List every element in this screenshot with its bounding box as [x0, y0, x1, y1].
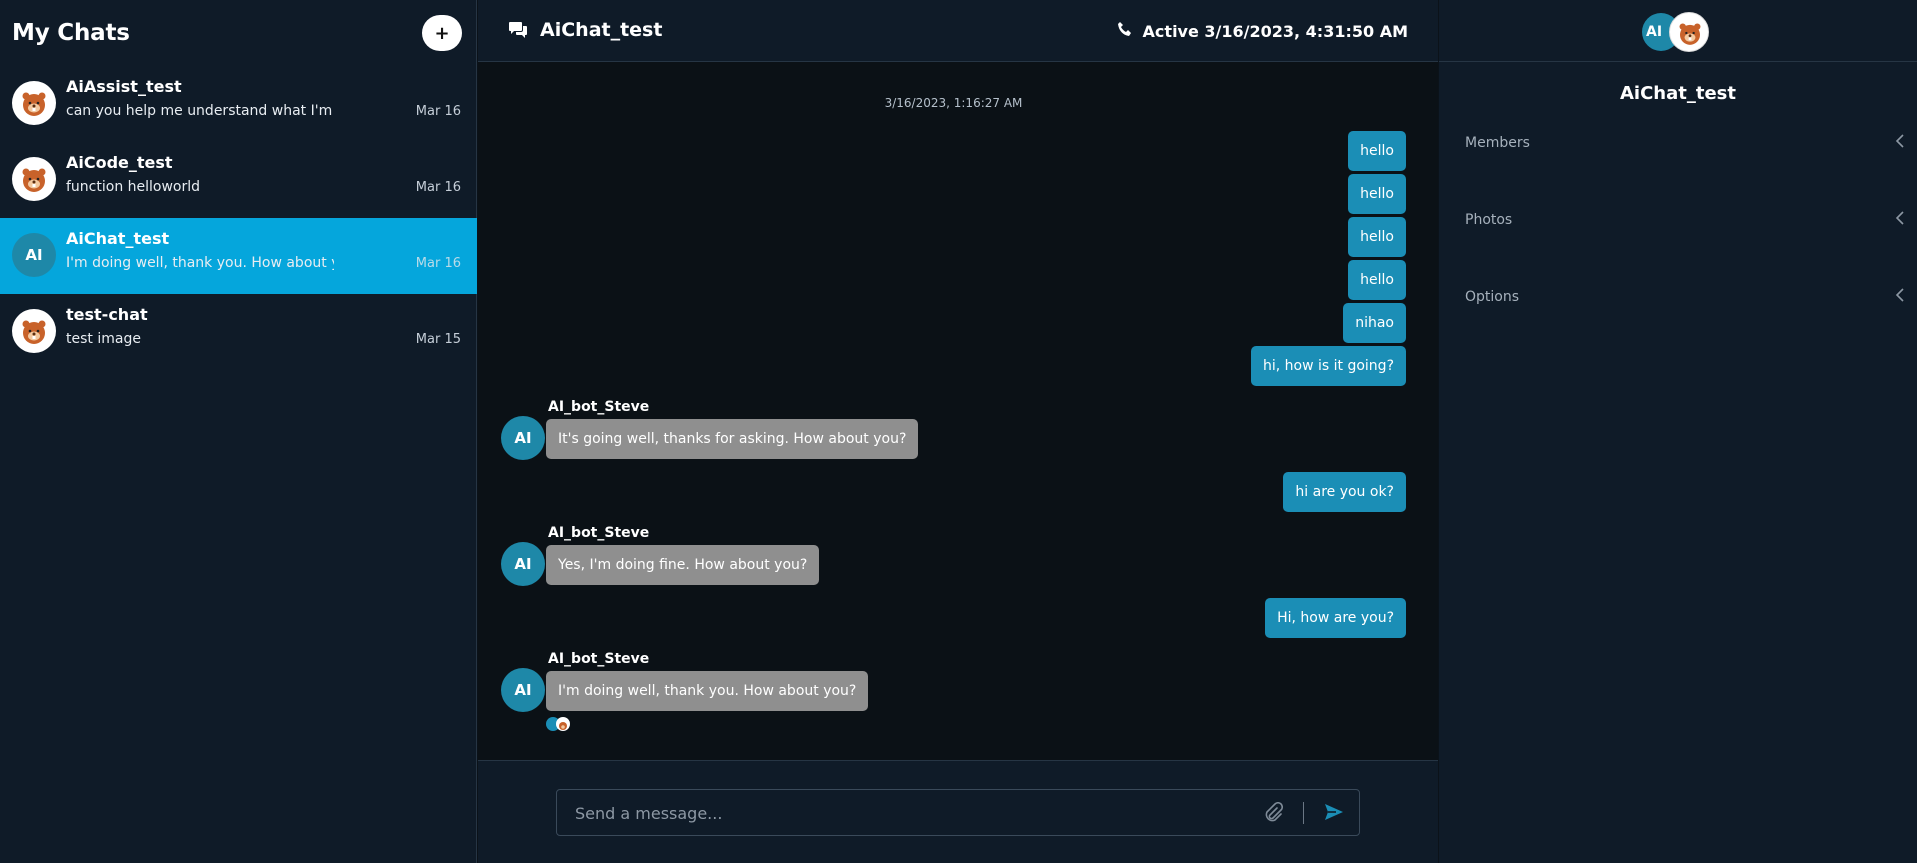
- beaver-avatar-icon: [1669, 12, 1709, 52]
- section-photos[interactable]: Photos: [1465, 211, 1905, 229]
- ai-avatar: AI: [501, 668, 545, 712]
- chat-preview: function helloworld: [66, 179, 201, 195]
- chat-window: AiChat_test Active 3/16/2023, 4:31:50 AM…: [478, 0, 1438, 863]
- chat-list-item-aichat-active[interactable]: AI AiChat_test I'm doing well, thank you…: [0, 218, 477, 294]
- chat-list-item-test-chat[interactable]: test-chat test image Mar 15: [0, 294, 477, 370]
- send-icon[interactable]: [1323, 801, 1345, 827]
- status-text: Active 3/16/2023, 4:31:50 AM: [1142, 21, 1408, 41]
- chat-title: AiChat_test: [540, 19, 663, 41]
- chevron-left-icon: [1895, 134, 1905, 152]
- message-sender: AI_bot_Steve: [548, 525, 650, 541]
- chat-header: AiChat_test Active 3/16/2023, 4:31:50 AM: [478, 0, 1438, 62]
- chat-list-item-aiassist[interactable]: AiAssist_test can you help me understand…: [0, 66, 477, 142]
- new-chat-button[interactable]: +: [422, 15, 462, 51]
- chat-details-panel: AI AiChat_test Members Photos Options: [1439, 0, 1917, 863]
- chat-name: test-chat: [66, 305, 148, 324]
- read-receipt-beaver-icon: [556, 717, 570, 731]
- chat-list-item-aicode[interactable]: AiCode_test function helloworld Mar 16: [0, 142, 477, 218]
- incoming-message: It's going well, thanks for asking. How …: [546, 419, 919, 459]
- chat-preview: test image: [66, 331, 141, 347]
- phone-icon[interactable]: [1117, 21, 1133, 41]
- ai-avatar: AI: [501, 542, 545, 586]
- sidebar-header: My Chats +: [0, 0, 476, 66]
- message-sender: AI_bot_Steve: [548, 651, 650, 667]
- paperclip-icon[interactable]: [1263, 801, 1284, 828]
- beaver-avatar-icon: [12, 309, 56, 353]
- ai-avatar: AI: [501, 416, 545, 460]
- section-label: Options: [1465, 289, 1520, 305]
- chat-name: AiAssist_test: [66, 77, 182, 96]
- active-status: Active 3/16/2023, 4:31:50 AM: [1117, 21, 1408, 41]
- chat-preview: can you help me understand what I'm goin…: [66, 103, 334, 119]
- chat-date: Mar 16: [415, 180, 461, 195]
- chat-preview: I'm doing well, thank you. How about you…: [66, 255, 334, 271]
- incoming-message: I'm doing well, thank you. How about you…: [546, 671, 869, 711]
- chat-date: Mar 15: [415, 332, 461, 347]
- message-input[interactable]: [575, 802, 1235, 824]
- chat-name: AiCode_test: [66, 153, 173, 172]
- chevron-left-icon: [1895, 288, 1905, 306]
- composer-area: [478, 760, 1438, 863]
- outgoing-message: hello: [1348, 174, 1406, 214]
- incoming-message: Yes, I'm doing fine. How about you?: [546, 545, 820, 585]
- outgoing-message: hello: [1348, 217, 1406, 257]
- chat-date: Mar 16: [415, 104, 461, 119]
- outgoing-message: hello: [1348, 260, 1406, 300]
- beaver-avatar-icon: [12, 81, 56, 125]
- outgoing-message: nihao: [1343, 303, 1406, 343]
- section-label: Members: [1465, 135, 1530, 151]
- sidebar-title: My Chats: [12, 20, 130, 46]
- message-sender: AI_bot_Steve: [548, 399, 650, 415]
- details-title: AiChat_test: [1619, 83, 1736, 104]
- message-timestamp: 3/16/2023, 1:16:27 AM: [884, 96, 1023, 110]
- ai-avatar: AI: [12, 233, 56, 277]
- details-header: AI: [1439, 0, 1917, 62]
- outgoing-message: Hi, how are you?: [1265, 598, 1406, 638]
- message-composer: [556, 789, 1360, 836]
- chat-bubbles-icon: [508, 21, 528, 43]
- composer-divider: [1303, 802, 1304, 824]
- section-options[interactable]: Options: [1465, 288, 1905, 306]
- chat-list-sidebar: My Chats + AiAssist_test can you help me…: [0, 0, 477, 863]
- outgoing-message: hi, how is it going?: [1251, 346, 1406, 386]
- chat-name: AiChat_test: [66, 229, 170, 248]
- section-label: Photos: [1465, 212, 1513, 228]
- beaver-avatar-icon: [12, 157, 56, 201]
- chat-date: Mar 16: [415, 256, 461, 271]
- outgoing-message: hi are you ok?: [1283, 472, 1406, 512]
- outgoing-message: hello: [1348, 131, 1406, 171]
- section-members[interactable]: Members: [1465, 134, 1905, 152]
- chevron-left-icon: [1895, 211, 1905, 229]
